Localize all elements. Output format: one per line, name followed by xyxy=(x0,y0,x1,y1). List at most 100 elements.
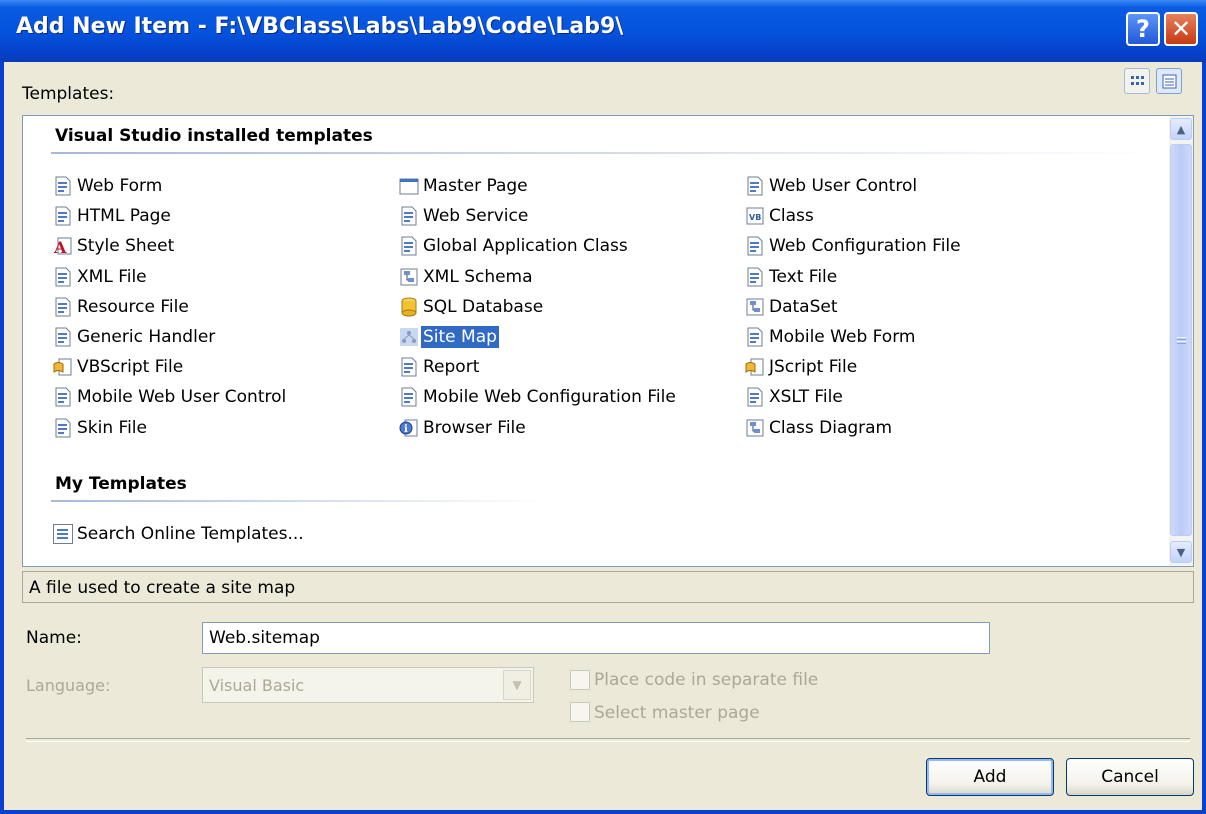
search-online-icon xyxy=(53,524,73,544)
sql-database-icon xyxy=(399,297,419,317)
chevron-up-icon: ▲ xyxy=(1176,122,1186,136)
language-dropdown-button[interactable]: ▼ xyxy=(503,670,531,700)
template-item[interactable]: Report xyxy=(399,355,481,379)
button-separator xyxy=(26,738,1190,742)
template-item-label: XML Schema xyxy=(423,267,533,287)
template-item-label: Text File xyxy=(769,267,838,287)
small-icons-view-button[interactable] xyxy=(1156,68,1182,94)
global-app-class-icon xyxy=(399,236,419,256)
place-code-checkbox[interactable] xyxy=(570,670,590,690)
template-item[interactable]: JScript File xyxy=(745,355,859,379)
name-field[interactable] xyxy=(202,622,990,654)
help-button[interactable]: ? xyxy=(1126,12,1160,46)
template-item[interactable]: Skin File xyxy=(53,416,149,440)
style-sheet-icon: A xyxy=(53,236,73,257)
template-item[interactable]: Resource File xyxy=(53,295,191,319)
mobile-user-control-icon xyxy=(53,387,73,407)
scroll-down-button[interactable]: ▼ xyxy=(1170,541,1192,563)
close-icon: ✕ xyxy=(1170,15,1192,43)
template-item[interactable]: A Style Sheet xyxy=(53,234,176,258)
template-item-label: Web User Control xyxy=(769,176,918,196)
template-item[interactable]: i Browser File xyxy=(399,416,528,440)
template-item-label: Browser File xyxy=(423,418,526,438)
generic-handler-icon xyxy=(53,327,73,347)
description-bar: A file used to create a site map xyxy=(22,571,1194,603)
select-master-checkbox[interactable] xyxy=(570,702,590,722)
web-service-icon xyxy=(399,206,419,226)
template-item-label: Mobile Web User Control xyxy=(77,387,287,407)
template-item[interactable]: Mobile Web Form xyxy=(745,325,917,349)
name-label: Name: xyxy=(26,628,82,648)
template-item[interactable]: Site Map xyxy=(399,325,499,349)
template-item-label: Resource File xyxy=(77,297,189,317)
template-item[interactable]: Web Form xyxy=(53,174,164,198)
language-value: Visual Basic xyxy=(209,676,305,695)
template-item[interactable]: VBScript File xyxy=(53,355,185,379)
web-user-control-icon xyxy=(745,176,765,196)
master-page-icon xyxy=(399,176,419,196)
scroll-up-button[interactable]: ▲ xyxy=(1170,118,1192,140)
template-item[interactable]: SQL Database xyxy=(399,295,545,319)
site-map-icon xyxy=(399,327,419,347)
svg-text:i: i xyxy=(404,424,408,435)
template-item[interactable]: Master Page xyxy=(399,174,530,198)
scroll-thumb[interactable] xyxy=(1170,144,1192,536)
search-online-templates-item[interactable]: Search Online Templates... xyxy=(53,522,306,546)
template-item[interactable]: Global Application Class xyxy=(399,234,630,258)
template-item[interactable]: Text File xyxy=(745,265,839,289)
template-item[interactable]: HTML Page xyxy=(53,204,173,228)
svg-text:VB: VB xyxy=(749,213,761,222)
large-icons-icon xyxy=(1131,76,1144,85)
template-item[interactable]: Mobile Web User Control xyxy=(53,385,288,409)
large-icons-view-button[interactable] xyxy=(1124,68,1150,94)
place-code-label: Place code in separate file xyxy=(594,670,819,690)
template-item[interactable]: Web User Control xyxy=(745,174,919,198)
mobile-web-form-icon xyxy=(745,327,765,347)
web-form-icon xyxy=(53,176,73,196)
template-item[interactable]: Generic Handler xyxy=(53,325,217,349)
template-item-label: Site Map xyxy=(421,326,499,348)
template-item[interactable]: Class Diagram xyxy=(745,416,894,440)
chevron-down-icon: ▼ xyxy=(512,678,522,692)
templates-scrollbar[interactable]: ▲ ▼ xyxy=(1169,116,1193,566)
add-new-item-dialog: Add New Item - F:\VBClass\Labs\Lab9\Code… xyxy=(0,0,1206,814)
template-item-label: Master Page xyxy=(423,176,528,196)
search-online-label: Search Online Templates... xyxy=(77,524,304,544)
class-icon: VB xyxy=(745,206,765,226)
title-bar[interactable]: Add New Item - F:\VBClass\Labs\Lab9\Code… xyxy=(0,0,1206,62)
add-button[interactable]: Add xyxy=(926,758,1054,796)
template-item[interactable]: Mobile Web Configuration File xyxy=(399,385,678,409)
language-label: Language: xyxy=(26,676,111,695)
template-item[interactable]: XML Schema xyxy=(399,265,535,289)
template-item-label: JScript File xyxy=(769,357,858,377)
template-item[interactable]: Web Configuration File xyxy=(745,234,963,258)
class-diagram-icon xyxy=(745,418,765,438)
template-item-label: Web Service xyxy=(423,206,529,226)
templates-list[interactable]: Visual Studio installed templates Web Fo… xyxy=(22,115,1194,567)
template-item[interactable]: XML File xyxy=(53,265,149,289)
template-item-label: Class xyxy=(769,206,814,226)
template-item-label: Class Diagram xyxy=(769,418,893,438)
small-icons-icon xyxy=(1162,74,1177,89)
help-icon: ? xyxy=(1136,15,1150,43)
dataset-icon xyxy=(745,297,765,317)
cancel-button[interactable]: Cancel xyxy=(1066,758,1194,796)
browser-file-icon: i xyxy=(399,418,419,438)
my-templates-heading: My Templates xyxy=(55,474,187,494)
template-item-label: Web Form xyxy=(77,176,163,196)
mobile-config-icon xyxy=(399,387,419,407)
template-item[interactable]: Web Service xyxy=(399,204,530,228)
section-divider xyxy=(51,500,551,502)
template-item[interactable]: XSLT File xyxy=(745,385,845,409)
template-item[interactable]: DataSet xyxy=(745,295,840,319)
template-item[interactable]: VB Class xyxy=(745,204,816,228)
template-item-label: XML File xyxy=(77,267,147,287)
web-config-icon xyxy=(745,236,765,256)
text-file-icon xyxy=(745,267,765,287)
xslt-file-icon xyxy=(745,387,765,407)
template-item-label: Skin File xyxy=(77,418,147,438)
close-button[interactable]: ✕ xyxy=(1164,12,1198,46)
language-select[interactable]: Visual Basic ▼ xyxy=(202,667,534,703)
template-item-label: VBScript File xyxy=(77,357,184,377)
xml-schema-icon xyxy=(399,267,419,287)
